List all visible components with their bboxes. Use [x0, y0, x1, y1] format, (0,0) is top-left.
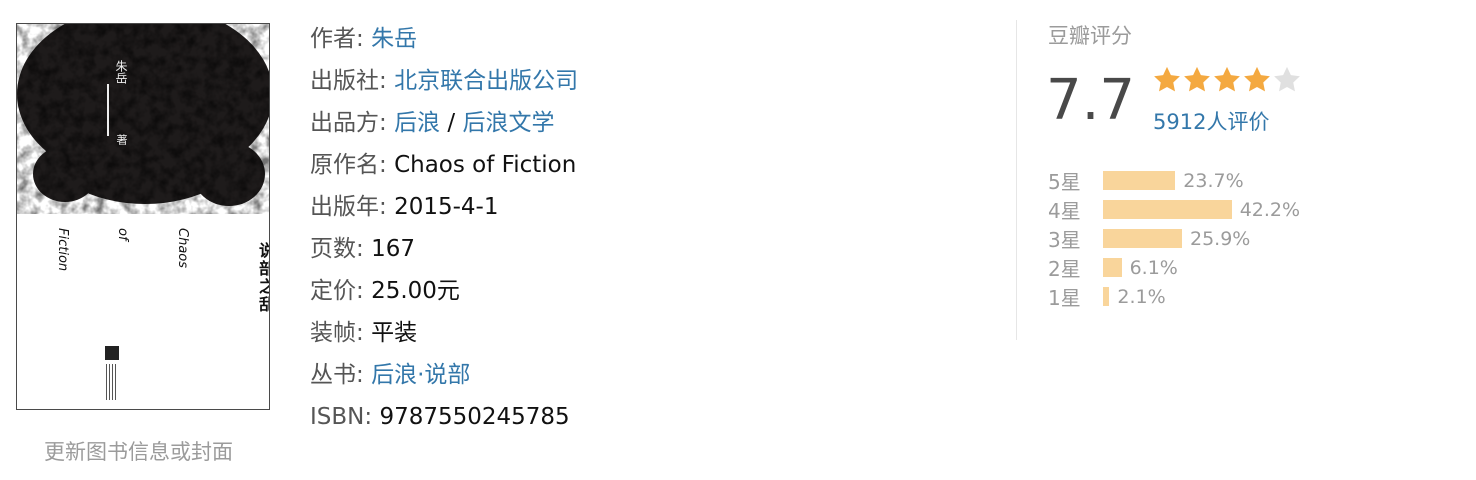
rating-row-label: 1星 — [1048, 286, 1081, 310]
book-cover-image[interactable]: 朱岳 著 说部之乱 Chaos of Fiction — [16, 23, 270, 410]
original-title-label: 原作名: — [310, 152, 387, 178]
info-row-isbn: ISBN: 9787550245785 — [310, 398, 578, 440]
rating-row-label: 4星 — [1048, 199, 1081, 223]
rating-row-label: 5星 — [1048, 170, 1081, 194]
isbn-value: 9787550245785 — [379, 404, 570, 430]
producer-link-2[interactable]: 后浪文学 — [462, 110, 554, 136]
star-filled-icon — [1214, 66, 1240, 92]
pages-value: 167 — [371, 236, 415, 262]
info-row-pages: 页数: 167 — [310, 230, 578, 272]
rating-row-2-star: 2星 6.1% — [1048, 253, 1300, 282]
cover-author: 朱岳 — [114, 60, 128, 84]
rating-divider — [1016, 20, 1017, 340]
rating-row-bar — [1103, 287, 1110, 306]
rating-row-percent: 25.9% — [1189, 227, 1251, 250]
cover-scribble-art — [17, 24, 269, 214]
info-row-price: 定价: 25.00元 — [310, 272, 578, 314]
rating-row-label: 3星 — [1048, 228, 1081, 252]
series-link[interactable]: 后浪·说部 — [371, 362, 470, 388]
cover-english-title-of: of — [115, 228, 130, 241]
info-row-pub-year: 出版年: 2015-4-1 — [310, 188, 578, 230]
info-row-series: 丛书: 后浪·说部 — [310, 356, 578, 398]
author-link[interactable]: 朱岳 — [371, 26, 417, 52]
price-label: 定价: — [310, 278, 364, 304]
info-row-producer: 出品方: 后浪 / 后浪文学 — [310, 104, 578, 146]
star-filled-icon — [1184, 66, 1210, 92]
star-filled-icon — [1244, 66, 1270, 92]
cover-english-title-fiction: Fiction — [55, 228, 70, 272]
binding-value: 平装 — [371, 320, 418, 346]
star-empty-icon — [1274, 66, 1300, 92]
rating-row-percent: 2.1% — [1117, 285, 1166, 308]
book-info-list: 作者: 朱岳 出版社: 北京联合出版公司 出品方: 后浪 / 后浪文学 原作名:… — [310, 20, 578, 440]
info-row-original-title: 原作名: Chaos of Fiction — [310, 146, 578, 188]
publisher-link[interactable]: 北京联合出版公司 — [394, 68, 578, 94]
info-row-binding: 装帧: 平装 — [310, 314, 578, 356]
rating-row-bar — [1103, 200, 1232, 219]
rating-score: 7.7 — [1046, 68, 1136, 133]
rating-title: 豆瓣评分 — [1048, 24, 1132, 48]
producer-separator: / — [447, 110, 456, 136]
pages-label: 页数: — [310, 236, 364, 262]
pub-year-label: 出版年: — [310, 194, 387, 220]
rating-stars — [1152, 64, 1302, 100]
star-filled-icon — [1154, 66, 1180, 92]
rating-row-4-star: 4星 42.2% — [1048, 195, 1300, 224]
book-detail-page: 朱岳 著 说部之乱 Chaos of Fiction 更新图书信息或封面 作者:… — [0, 0, 1476, 480]
cover-english-title-chaos: Chaos — [175, 228, 190, 269]
info-row-publisher: 出版社: 北京联合出版公司 — [310, 62, 578, 104]
publisher-logo-icon — [105, 346, 119, 360]
rating-row-5-star: 5星 23.7% — [1048, 166, 1300, 195]
rating-row-1-star: 1星 2.1% — [1048, 282, 1300, 311]
producer-label: 出品方: — [310, 110, 387, 136]
rating-row-3-star: 3星 25.9% — [1048, 224, 1300, 253]
rating-count-link[interactable]: 5912人评价 — [1153, 106, 1269, 136]
update-book-info-link[interactable]: 更新图书信息或封面 — [44, 436, 233, 466]
author-label: 作者: — [310, 26, 364, 52]
rating-row-bar — [1103, 229, 1182, 248]
binding-label: 装帧: — [310, 320, 364, 346]
rating-distribution: 5星 23.7% 4星 42.2% 3星 25.9% 2星 6.1% 1星 2.1% — [1048, 166, 1300, 311]
series-label: 丛书: — [310, 362, 364, 388]
cover-title: 说部之乱 — [256, 242, 270, 314]
pub-year-value: 2015-4-1 — [394, 194, 499, 220]
rating-row-bar — [1103, 171, 1176, 190]
publisher-label: 出版社: — [310, 68, 387, 94]
producer-link-1[interactable]: 后浪 — [394, 110, 440, 136]
rating-row-percent: 6.1% — [1129, 256, 1178, 279]
rating-row-percent: 42.2% — [1239, 198, 1301, 221]
rating-row-percent: 23.7% — [1183, 169, 1244, 192]
original-title-value: Chaos of Fiction — [394, 152, 577, 178]
rating-row-bar — [1103, 258, 1122, 277]
cover-publisher-text-lines — [106, 364, 118, 400]
cover-author-mark: 著 — [115, 134, 128, 145]
info-row-author: 作者: 朱岳 — [310, 20, 578, 62]
rating-row-label: 2星 — [1048, 257, 1081, 281]
isbn-label: ISBN: — [310, 404, 373, 430]
price-value: 25.00元 — [371, 278, 460, 304]
